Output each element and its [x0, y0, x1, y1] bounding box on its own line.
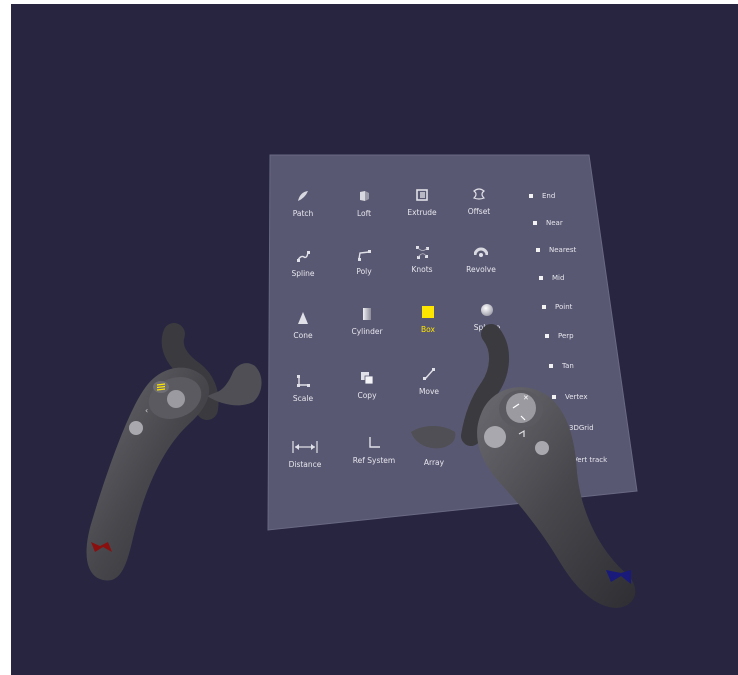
right-controller: ✕: [411, 324, 636, 608]
vr-controllers: ‹ ✕: [86, 323, 636, 608]
back-icon: ‹: [145, 406, 148, 415]
vr-scene: Patch Loft Extrude Offset Spline Poly Kn…: [11, 4, 738, 675]
close-icon: ✕: [523, 394, 529, 402]
left-controller: ‹: [86, 323, 262, 581]
